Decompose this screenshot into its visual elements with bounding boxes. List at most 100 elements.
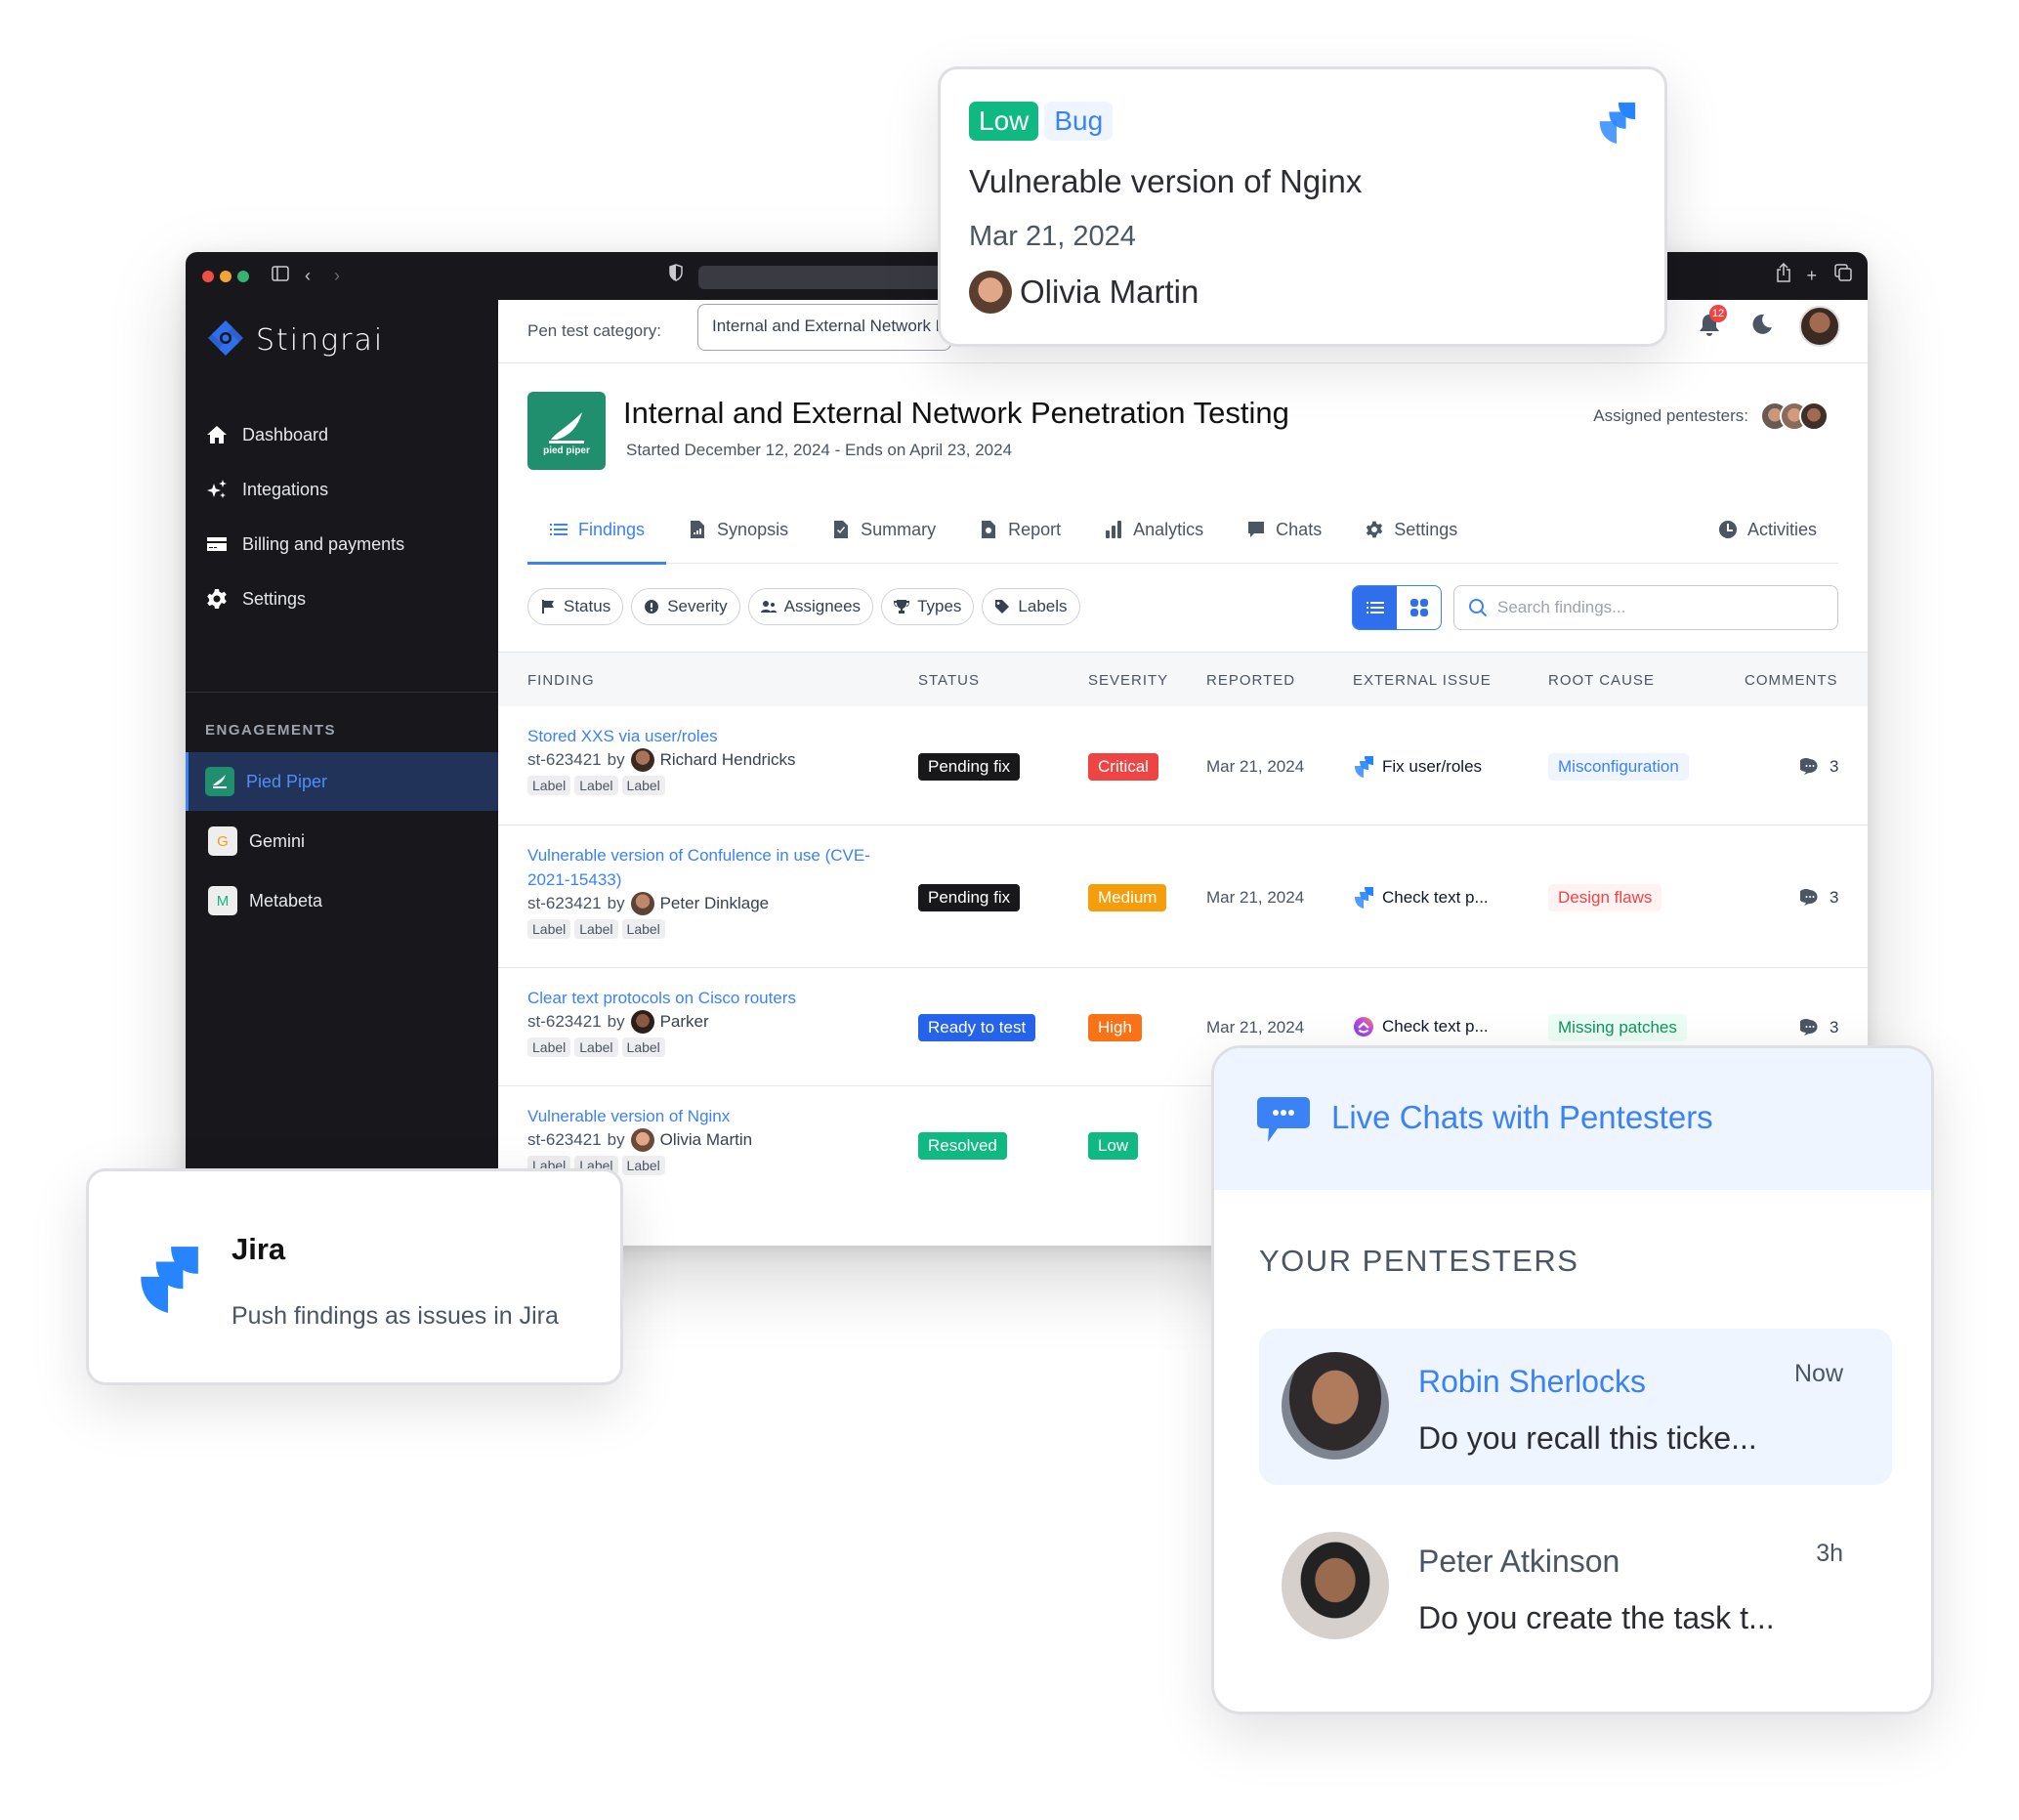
- search-file-icon: [982, 521, 996, 538]
- finding-by: by: [607, 1130, 625, 1149]
- chat-item[interactable]: Robin Sherlocks Do you recall this ticke…: [1259, 1329, 1892, 1485]
- grid-icon: [1409, 599, 1428, 616]
- brand[interactable]: Stingrai: [205, 317, 384, 363]
- column-header-status[interactable]: STATUS: [918, 672, 980, 689]
- filter-labels[interactable]: Labels: [982, 588, 1080, 625]
- comments-count[interactable]: 3: [1800, 1018, 1838, 1037]
- sidebar-toggle-icon[interactable]: [272, 263, 289, 288]
- category-select[interactable]: Internal and External Network Penetratio…: [697, 304, 951, 351]
- chat-preview: Do you recall this ticke...: [1418, 1420, 1757, 1456]
- close-window-button[interactable]: [202, 271, 214, 282]
- tab-label: Synopsis: [717, 519, 789, 539]
- filter-severity[interactable]: Severity: [631, 588, 740, 625]
- avatar[interactable]: [1799, 402, 1829, 431]
- finding-title-link[interactable]: Vulnerable version of Confulence in use …: [527, 843, 879, 892]
- finding-title-link[interactable]: Clear text protocols on Cisco routers: [527, 986, 796, 1010]
- status-badge[interactable]: Ready to test: [918, 1014, 1036, 1041]
- external-issue-link[interactable]: Fix user/roles: [1353, 755, 1482, 779]
- column-header-comments[interactable]: COMMENTS: [1745, 672, 1838, 689]
- tab-synopsis[interactable]: Synopsis: [666, 495, 810, 564]
- notifications-button[interactable]: 12: [1698, 305, 1727, 340]
- finding-id: st-623421: [527, 1012, 602, 1031]
- comments-count[interactable]: 3: [1800, 888, 1838, 908]
- list-icon: [550, 524, 568, 535]
- jira-icon: [1355, 756, 1373, 778]
- column-header-root-cause[interactable]: ROOT CAUSE: [1548, 672, 1655, 689]
- engagement-pied-piper[interactable]: Pied Piper: [186, 752, 498, 811]
- tab-label: Summary: [861, 519, 937, 539]
- chat-time: Now: [1793, 1360, 1843, 1387]
- issue-card[interactable]: Low Bug Vulnerable version of Nginx Mar …: [938, 66, 1667, 347]
- grid-view-button[interactable]: [1397, 586, 1441, 629]
- filter-assignees[interactable]: Assignees: [747, 588, 874, 625]
- tab-summary[interactable]: Summary: [810, 495, 957, 564]
- assigned-label: Assigned pentesters:: [1593, 406, 1748, 425]
- forward-icon[interactable]: ›: [334, 263, 340, 288]
- tab-analytics[interactable]: Analytics: [1082, 495, 1225, 564]
- gear-icon: [1367, 521, 1383, 538]
- reporter-name: Parker: [659, 1012, 709, 1031]
- sidebar-item-integrations[interactable]: Integations: [186, 462, 498, 517]
- table-row[interactable]: Stored XXS via user/roles st-623421 by R…: [498, 706, 1868, 825]
- chat-preview: Do you create the task t...: [1418, 1600, 1775, 1635]
- filter-types[interactable]: Types: [881, 588, 975, 625]
- column-header-external-issue[interactable]: EXTERNAL ISSUE: [1353, 672, 1492, 689]
- sidebar-nav: Dashboard Integations Billing and paymen…: [186, 407, 498, 626]
- finding-by: by: [607, 750, 625, 769]
- tabs-overview-icon[interactable]: [1834, 263, 1852, 288]
- jira-integration-card[interactable]: Jira Push findings as issues in Jira: [86, 1168, 623, 1385]
- reported-date: Mar 21, 2024: [1206, 888, 1305, 907]
- new-tab-icon[interactable]: +: [1806, 263, 1817, 288]
- tab-report[interactable]: Report: [957, 495, 1082, 564]
- search-input[interactable]: [1497, 598, 1790, 617]
- column-header-finding[interactable]: FINDING: [527, 672, 595, 689]
- status-badge[interactable]: Pending fix: [918, 753, 1021, 781]
- pentester-avatars[interactable]: [1760, 402, 1829, 431]
- credit-card-icon: [207, 537, 227, 551]
- column-header-severity[interactable]: SEVERITY: [1088, 672, 1168, 689]
- external-issue-link[interactable]: Check text p...: [1353, 886, 1489, 910]
- sidebar-item-billing[interactable]: Billing and payments: [186, 517, 498, 571]
- avatar: [1282, 1352, 1389, 1460]
- notification-count-badge: 12: [1709, 305, 1727, 322]
- check-file-icon: [834, 521, 849, 538]
- label-badge: Label: [574, 1037, 618, 1057]
- chat-item[interactable]: Peter Atkinson Do you create the task t.…: [1259, 1508, 1892, 1665]
- minimize-window-button[interactable]: [220, 271, 231, 282]
- engagement-metabeta[interactable]: M Metabeta: [186, 871, 498, 930]
- share-icon[interactable]: [1776, 262, 1791, 289]
- maximize-window-button[interactable]: [237, 271, 249, 282]
- finding-labels: Label Label Label: [527, 776, 795, 795]
- finding-title-link[interactable]: Vulnerable version of Nginx: [527, 1104, 752, 1128]
- column-header-reported[interactable]: REPORTED: [1206, 672, 1295, 689]
- external-issue-link[interactable]: Check text p...: [1353, 1016, 1489, 1037]
- engagements-list: Pied Piper G Gemini M Metabeta: [186, 752, 498, 931]
- filter-status[interactable]: Status: [527, 588, 624, 625]
- finding-title-link[interactable]: Stored XXS via user/roles: [527, 724, 795, 748]
- finding-id: st-623421: [527, 750, 602, 769]
- status-badge[interactable]: Resolved: [918, 1132, 1007, 1160]
- sidebar-item-settings[interactable]: Settings: [186, 571, 498, 626]
- integration-description: Push findings as issues in Jira: [231, 1302, 559, 1330]
- dark-mode-toggle[interactable]: [1750, 313, 1774, 341]
- tab-findings[interactable]: Findings: [527, 495, 667, 565]
- integration-title: Jira: [231, 1232, 286, 1266]
- filter-label: Severity: [667, 597, 728, 615]
- back-icon[interactable]: ‹: [305, 263, 311, 288]
- comments-count[interactable]: 3: [1800, 757, 1838, 777]
- label-badge: Label: [621, 776, 665, 795]
- trophy-icon: [894, 600, 910, 614]
- list-view-button[interactable]: [1353, 586, 1397, 629]
- label-badge: Label: [621, 1037, 665, 1057]
- status-badge[interactable]: Pending fix: [918, 884, 1021, 911]
- privacy-shield-icon: [669, 263, 683, 288]
- tab-chats[interactable]: Chats: [1225, 495, 1343, 564]
- sidebar-item-dashboard[interactable]: Dashboard: [186, 407, 498, 462]
- filter-bar: Status Severity Assignees Types Labels: [527, 588, 1080, 625]
- finding-cell: Clear text protocols on Cisco routers st…: [527, 986, 796, 1057]
- tab-activities[interactable]: Activities: [1697, 495, 1838, 564]
- user-avatar[interactable]: [1799, 306, 1840, 347]
- engagement-gemini[interactable]: G Gemini: [186, 812, 498, 870]
- table-row[interactable]: Vulnerable version of Confulence in use …: [498, 825, 1868, 968]
- tab-settings[interactable]: Settings: [1343, 495, 1479, 564]
